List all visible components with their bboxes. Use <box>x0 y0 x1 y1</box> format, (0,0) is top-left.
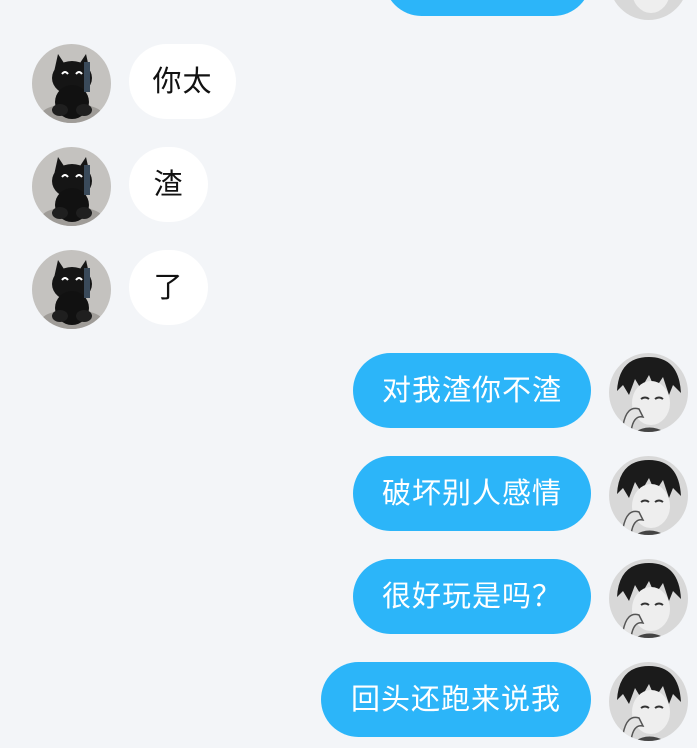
outgoing-avatar[interactable] <box>609 456 688 535</box>
message-bubble-outgoing[interactable]: 很好玩是吗？ <box>353 559 591 634</box>
incoming-avatar[interactable] <box>32 147 111 226</box>
anime-boy-avatar-icon <box>609 353 688 432</box>
anime-boy-avatar-icon <box>609 662 688 741</box>
message-bubble-incoming[interactable]: 你太 <box>129 44 236 119</box>
message-bubble-outgoing[interactable]: 对我渣你不渣 <box>353 353 591 428</box>
message-bubble-outgoing[interactable]: 回头还跑来说我 <box>321 662 591 737</box>
anime-boy-avatar-icon <box>609 0 688 20</box>
message-bubble-outgoing-partial[interactable] <box>384 0 591 16</box>
cat-plush-avatar-icon <box>32 250 111 329</box>
outgoing-avatar-partial[interactable] <box>609 0 688 20</box>
incoming-avatar[interactable] <box>32 250 111 329</box>
cat-plush-avatar-icon <box>32 44 111 123</box>
message-bubble-outgoing[interactable]: 破坏别人感情 <box>353 456 591 531</box>
anime-boy-avatar-icon <box>609 559 688 638</box>
outgoing-avatar[interactable] <box>609 353 688 432</box>
outgoing-avatar[interactable] <box>609 559 688 638</box>
cat-plush-avatar-icon <box>32 147 111 226</box>
message-bubble-incoming[interactable]: 渣 <box>129 147 208 222</box>
message-bubble-incoming[interactable]: 了 <box>129 250 208 325</box>
outgoing-avatar[interactable] <box>609 662 688 741</box>
incoming-avatar[interactable] <box>32 44 111 123</box>
anime-boy-avatar-icon <box>609 456 688 535</box>
